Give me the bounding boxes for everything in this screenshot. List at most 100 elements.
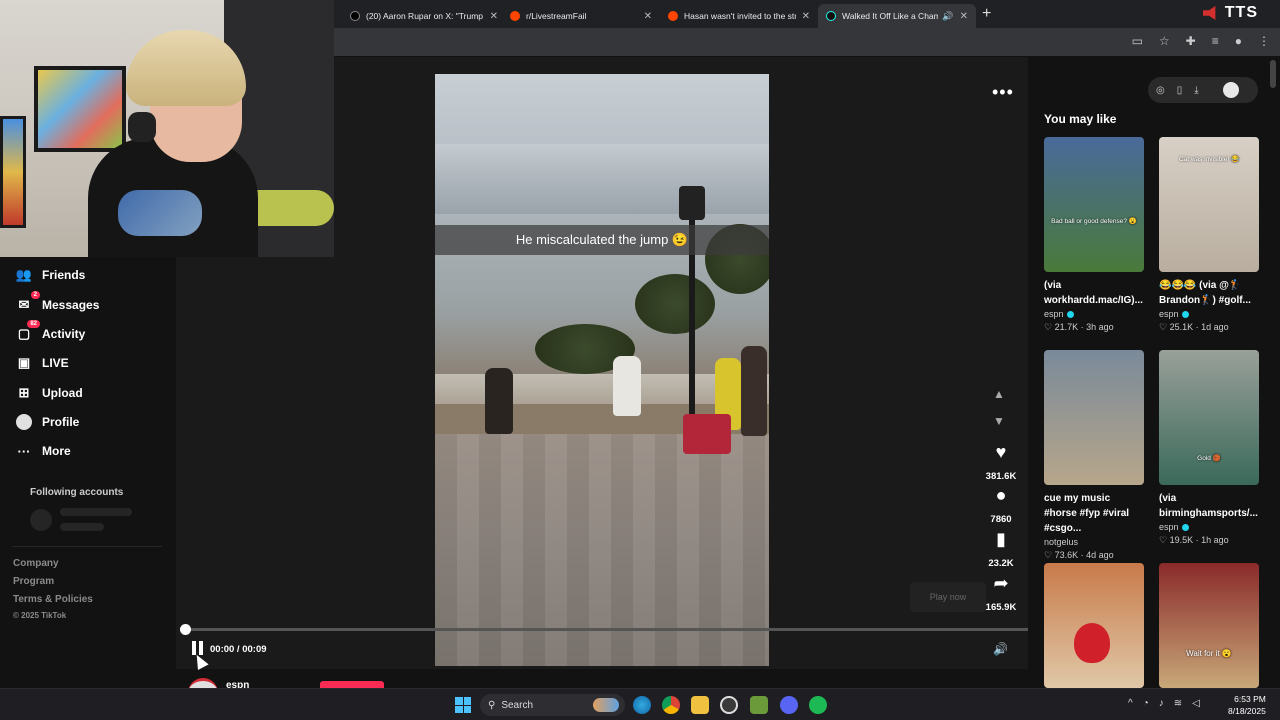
author-name[interactable]: espn: [226, 680, 249, 688]
sidebar-item-live[interactable]: ▣ LIVE: [16, 355, 69, 371]
card-author[interactable]: espn: [1044, 309, 1144, 319]
play-now-button[interactable]: Play now: [910, 582, 986, 612]
tab-1[interactable]: (20) Aaron Rupar on X: "Trump ✕: [342, 4, 506, 28]
activity-icon: ▢ 82: [16, 320, 40, 342]
tab-label: Hasan wasn't invited to the stre: [684, 11, 796, 21]
sidebar-item-messages[interactable]: ✉ 2 Messages: [16, 291, 99, 313]
chrome-icon[interactable]: [662, 696, 680, 714]
new-tab-button[interactable]: +: [982, 5, 991, 23]
file-explorer-icon[interactable]: [691, 696, 709, 714]
card-author-name: espn: [1044, 309, 1064, 319]
wifi-icon[interactable]: ≋: [1174, 698, 1182, 709]
spotify-icon[interactable]: [809, 696, 827, 714]
tab-close-icon[interactable]: ✕: [960, 11, 968, 22]
card-title[interactable]: 😂😂😂 (via @🏌️ Brandon🏌️) #golf...: [1159, 278, 1259, 308]
video-more-options-icon[interactable]: •••: [992, 82, 1014, 103]
card-thumbnail[interactable]: [1044, 350, 1144, 485]
card-title[interactable]: (via birminghamsports/...: [1159, 491, 1259, 521]
taskbar-clock[interactable]: 6:53 PM 8/18/2025: [1228, 693, 1266, 717]
card-author[interactable]: espn: [1159, 522, 1259, 532]
recommended-card[interactable]: Wait for it 😮: [1159, 563, 1259, 688]
recommended-card[interactable]: Bad ball or good defense? 😮 (via workhar…: [1044, 137, 1144, 333]
profile-avatar-icon[interactable]: ●: [1235, 34, 1242, 48]
comment-count: 7860: [990, 514, 1012, 525]
loading-name-placeholder: [60, 523, 104, 531]
next-video-icon[interactable]: ▼: [993, 414, 1005, 428]
device-icon[interactable]: ▯: [1177, 85, 1183, 96]
toolbar-icons: ▭ ☆ ✚ ≡ ● ⋮: [1132, 34, 1270, 48]
friends-icon: 👥: [15, 267, 33, 282]
webcam-headset: [128, 112, 156, 142]
card-stats: ♡ 19.5K · 1h ago: [1159, 535, 1229, 545]
cast-icon[interactable]: ▭: [1132, 34, 1143, 48]
you-may-like-heading: You may like: [1044, 112, 1117, 126]
video-frame[interactable]: He miscalculated the jump 😉: [435, 74, 769, 666]
sidebar-item-upload[interactable]: ⊞ Upload: [16, 385, 83, 401]
tray-chevron-icon[interactable]: ^: [1128, 698, 1133, 709]
follow-button[interactable]: [320, 681, 384, 688]
tab-4-active[interactable]: Walked It Off Like a Champ 🔊 ✕: [818, 4, 976, 28]
discord-icon[interactable]: [780, 696, 798, 714]
page-scrollbar[interactable]: [1270, 60, 1276, 88]
compass-icon[interactable]: ◎: [1156, 85, 1165, 96]
card-thumbnail[interactable]: Wait for it 😮: [1159, 563, 1259, 688]
previous-video-icon[interactable]: ▲: [993, 387, 1005, 401]
tray-app-icon[interactable]: ◔: [1143, 698, 1149, 709]
card-author[interactable]: espn: [1159, 309, 1259, 319]
card-thumbnail[interactable]: Cat was invisible! 😂: [1159, 137, 1259, 272]
tab-close-icon[interactable]: ✕: [490, 11, 498, 22]
user-avatar[interactable]: [1222, 82, 1239, 98]
sidebar-item-profile[interactable]: Profile: [16, 414, 79, 430]
media-controls-icon[interactable]: ≡: [1212, 34, 1219, 48]
tab-2[interactable]: r/LivestreamFail ✕: [502, 4, 660, 28]
windows-start-icon[interactable]: [455, 697, 471, 713]
like-button[interactable]: ♥ 381.6K: [980, 442, 1022, 484]
card-author[interactable]: notgelus: [1044, 537, 1144, 547]
card-thumbnail[interactable]: Gold 🏀: [1159, 350, 1259, 485]
sidebar-item-activity[interactable]: ▢ 82 Activity: [16, 320, 85, 342]
author-avatar[interactable]: [188, 678, 218, 688]
footer-link-company[interactable]: Company: [13, 558, 59, 569]
volume-icon[interactable]: 🔊: [993, 642, 1008, 656]
webcam-overlay: [0, 0, 334, 257]
extensions-icon[interactable]: ✚: [1186, 34, 1196, 48]
video-progress-bar[interactable]: [184, 628, 1028, 631]
tab-3[interactable]: Hasan wasn't invited to the stre ✕: [660, 4, 818, 28]
tab-close-icon[interactable]: ✕: [802, 11, 810, 22]
card-thumbnail[interactable]: [1044, 563, 1144, 688]
save-button[interactable]: ▮ 23.2K: [980, 529, 1022, 571]
webcam-shirt-print: [118, 190, 202, 236]
footer-link-program[interactable]: Program: [13, 576, 54, 587]
card-thumbnail[interactable]: Bad ball or good defense? 😮: [1044, 137, 1144, 272]
sidebar-item-label: Upload: [42, 386, 83, 400]
bookmark-star-icon[interactable]: ☆: [1159, 34, 1170, 48]
card-title[interactable]: cue my music #horse #fyp #viral #csgo...: [1044, 491, 1144, 536]
tab-close-icon[interactable]: ✕: [644, 11, 652, 22]
bookmark-icon: ▮: [996, 529, 1006, 549]
comment-button[interactable]: ● 7860: [980, 485, 1022, 527]
sidebar: 👥 Friends ✉ 2 Messages ▢ 82 Activity ▣ LIV…: [0, 257, 176, 688]
muted-speaker-icon: [1202, 6, 1216, 20]
app-icon[interactable]: [750, 696, 768, 714]
edge-icon[interactable]: [633, 696, 651, 714]
footer-link-terms[interactable]: Terms & Policies: [13, 594, 93, 605]
browser-menu-icon[interactable]: ⋮: [1258, 34, 1270, 48]
app-icon[interactable]: [720, 696, 738, 714]
share-count: 165.9K: [985, 602, 1017, 613]
recommended-card[interactable]: cue my music #horse #fyp #viral #csgo...…: [1044, 350, 1144, 561]
card-title[interactable]: (via workhardd.mac/IG)...: [1044, 278, 1144, 308]
recommended-card[interactable]: Gold 🏀 (via birminghamsports/... espn ♡ …: [1159, 350, 1259, 546]
progress-knob[interactable]: [180, 624, 191, 635]
thumb-overlay-text: Cat was invisible! 😂: [1178, 156, 1240, 163]
recommended-card[interactable]: [1044, 563, 1144, 688]
microphone-icon[interactable]: ♪: [1159, 698, 1164, 709]
speaker-icon[interactable]: ◁: [1192, 698, 1200, 709]
sidebar-item-friends[interactable]: 👥 Friends: [16, 267, 85, 283]
tab-audio-icon[interactable]: 🔊: [942, 11, 953, 22]
download-icon[interactable]: ⤓: [1194, 85, 1198, 96]
share-button[interactable]: ➦ 165.9K: [980, 573, 1022, 615]
taskbar-search[interactable]: ⚲ Search: [480, 694, 625, 716]
activity-badge: 82: [27, 320, 40, 328]
sidebar-item-more[interactable]: ··· More: [16, 443, 71, 459]
recommended-card[interactable]: Cat was invisible! 😂 😂😂😂 (via @🏌️ Brando…: [1159, 137, 1259, 333]
